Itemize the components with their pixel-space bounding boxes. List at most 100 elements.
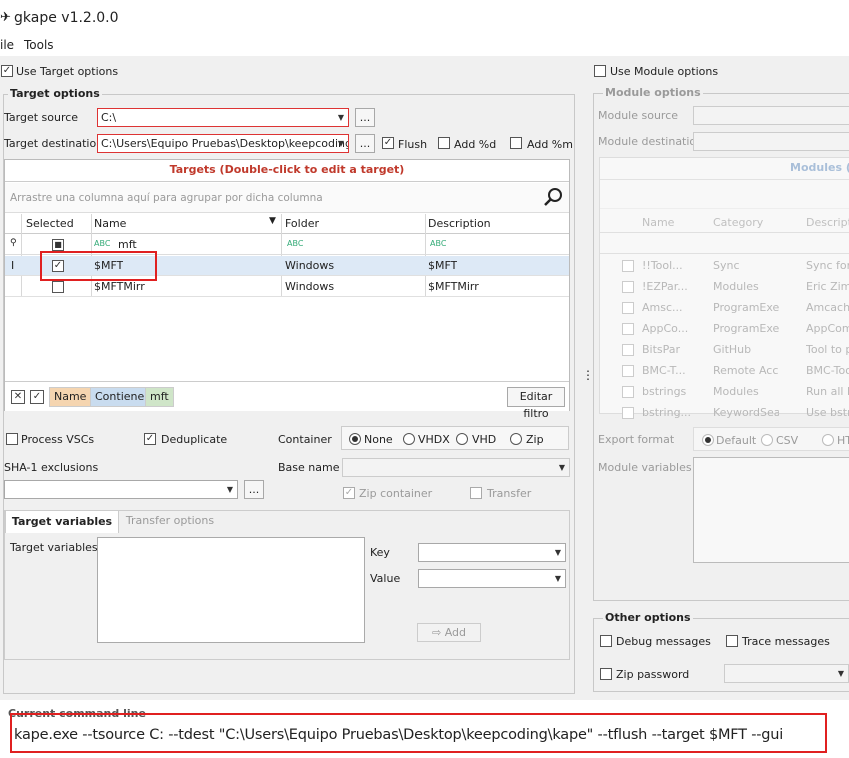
modules-col-description: Descripti — [806, 216, 849, 229]
module-category: KeywordSearch... — [713, 406, 779, 419]
transfer-checkbox[interactable] — [470, 487, 482, 499]
process-vscs-checkbox[interactable] — [6, 433, 18, 445]
module-row[interactable]: bstring... KeywordSearch... Use bstri — [600, 403, 849, 423]
target-source-label: Target source — [4, 111, 79, 124]
menu-file[interactable]: ile — [0, 38, 14, 52]
use-target-options-checkbox[interactable]: ✓ — [1, 65, 13, 77]
filter-selected-checkbox[interactable]: ■ — [52, 239, 64, 251]
module-row-checkbox[interactable] — [622, 344, 634, 356]
module-row[interactable]: BitsPar GitHub Tool to pa — [600, 340, 849, 360]
module-options-title: Module options — [603, 86, 703, 99]
module-row[interactable]: bstrings Modules Run all bs — [600, 382, 849, 402]
module-description: Run all bs — [806, 385, 849, 398]
filter-name-value[interactable]: mft — [118, 238, 137, 251]
filter-chip-value[interactable]: mft — [145, 387, 174, 407]
module-variables-list[interactable] — [693, 457, 849, 563]
row-description: $MFT — [428, 259, 458, 272]
zip-container-checkbox[interactable]: ✓ — [343, 487, 355, 499]
col-name[interactable]: Name — [94, 217, 126, 230]
container-zip-label: Zip — [526, 433, 544, 446]
group-by-panel[interactable]: Arrastre una columna aquí para agrupar p… — [5, 183, 569, 213]
module-row-checkbox[interactable] — [622, 407, 634, 419]
module-category: ProgramExecuti — [713, 322, 779, 335]
chevron-down-icon[interactable]: ▼ — [551, 544, 565, 561]
value-input[interactable]: ▼ — [418, 569, 566, 588]
module-row[interactable]: AppCo... ProgramExecuti AppComp — [600, 319, 849, 339]
module-destination-input[interactable] — [693, 132, 849, 151]
col-selected[interactable]: Selected — [26, 217, 74, 230]
base-name-input[interactable]: ▼ — [342, 458, 570, 477]
trace-messages-checkbox[interactable] — [726, 635, 738, 647]
target-destination-browse-button[interactable]: ... — [355, 134, 375, 153]
module-row-checkbox[interactable] — [622, 323, 634, 335]
app-icon: ✈ — [0, 10, 11, 25]
container-vhd-label: VHD — [472, 433, 497, 446]
chevron-down-icon[interactable]: ▼ — [551, 570, 565, 587]
enable-filter-checkbox[interactable]: ✓ — [30, 390, 44, 404]
module-source-input[interactable] — [693, 106, 849, 125]
chevron-down-icon[interactable]: ▼ — [334, 109, 348, 126]
targets-grid: Targets (Double-click to edit a target) … — [4, 159, 570, 420]
module-name: BMC-T... — [642, 364, 686, 377]
tab-target-variables[interactable]: Target variables — [5, 510, 119, 533]
module-row[interactable]: !!Tool... Sync Sync for — [600, 256, 849, 276]
zip-password-input[interactable]: ▼ — [724, 664, 849, 683]
export-htm-radio[interactable] — [822, 434, 834, 446]
add-m-checkbox[interactable] — [510, 137, 522, 149]
target-destination-value: C:\Users\Equipo Pruebas\Desktop\keepcodi… — [101, 137, 349, 150]
modules-grid: Modules (D Name Category Descripti !!Too… — [599, 157, 849, 419]
module-source-label: Module source — [598, 109, 679, 122]
target-variables-list[interactable] — [97, 537, 365, 643]
chevron-down-icon[interactable]: ▼ — [223, 481, 237, 498]
chevron-down-icon[interactable]: ▼ — [334, 135, 348, 152]
target-source-browse-button[interactable]: ... — [355, 108, 375, 127]
add-button-label: Add — [444, 626, 466, 639]
process-vscs-label: Process VSCs — [21, 433, 95, 446]
flush-checkbox[interactable]: ✓ — [382, 137, 394, 149]
export-format-group: Default CSV HTM — [693, 427, 849, 451]
target-destination-input[interactable]: C:\Users\Equipo Pruebas\Desktop\keepcodi… — [97, 134, 349, 153]
filter-chip-operator[interactable]: Contiene — [90, 387, 150, 407]
row-select-checkbox[interactable] — [52, 281, 64, 293]
container-vhd-radio[interactable] — [456, 433, 468, 445]
zip-password-checkbox[interactable] — [600, 668, 612, 680]
col-description[interactable]: Description — [428, 217, 491, 230]
export-csv-radio[interactable] — [761, 434, 773, 446]
add-variable-button[interactable]: ⇨ Add — [417, 623, 481, 642]
module-row-checkbox[interactable] — [622, 365, 634, 377]
module-row-checkbox[interactable] — [622, 281, 634, 293]
key-input[interactable]: ▼ — [418, 543, 566, 562]
sha1-input[interactable]: ▼ — [4, 480, 238, 499]
clear-filter-icon[interactable]: ✕ — [11, 390, 25, 404]
add-d-checkbox[interactable] — [438, 137, 450, 149]
module-row[interactable]: Amsc... ProgramExecuti Amcache — [600, 298, 849, 318]
module-row[interactable]: !EZPar... Modules Eric Zimm — [600, 277, 849, 297]
search-icon[interactable] — [543, 187, 563, 207]
deduplicate-checkbox[interactable]: ✓ — [144, 433, 156, 445]
filter-chip-field[interactable]: Name — [49, 387, 92, 407]
text-filter-icon: ABC — [430, 239, 447, 248]
filter-icon[interactable]: ▼ — [269, 216, 276, 226]
target-source-input[interactable]: C:\ ▼ — [97, 108, 349, 127]
module-row-checkbox[interactable] — [622, 260, 634, 272]
module-row[interactable]: BMC-T... Remote Access BMC-Too — [600, 361, 849, 381]
tab-transfer-options[interactable]: Transfer options — [122, 514, 218, 532]
transfer-label: Transfer — [487, 487, 532, 500]
export-default-label: Default — [716, 434, 757, 447]
menu-tools[interactable]: Tools — [24, 38, 54, 52]
row-name: $MFTMirr — [94, 280, 145, 293]
use-module-options-checkbox[interactable] — [594, 65, 606, 77]
col-folder[interactable]: Folder — [285, 217, 319, 230]
sha1-browse-button[interactable]: ... — [244, 480, 264, 499]
container-zip-radio[interactable] — [510, 433, 522, 445]
export-default-radio[interactable] — [702, 434, 714, 446]
container-vhdx-radio[interactable] — [403, 433, 415, 445]
edit-filter-button[interactable]: Editar filtro — [507, 387, 565, 420]
target-source-value: C:\ — [101, 111, 117, 124]
container-none-label: None — [364, 433, 393, 446]
debug-messages-checkbox[interactable] — [600, 635, 612, 647]
container-none-radio[interactable] — [349, 433, 361, 445]
module-name: bstrings — [642, 385, 687, 398]
module-row-checkbox[interactable] — [622, 386, 634, 398]
module-row-checkbox[interactable] — [622, 302, 634, 314]
